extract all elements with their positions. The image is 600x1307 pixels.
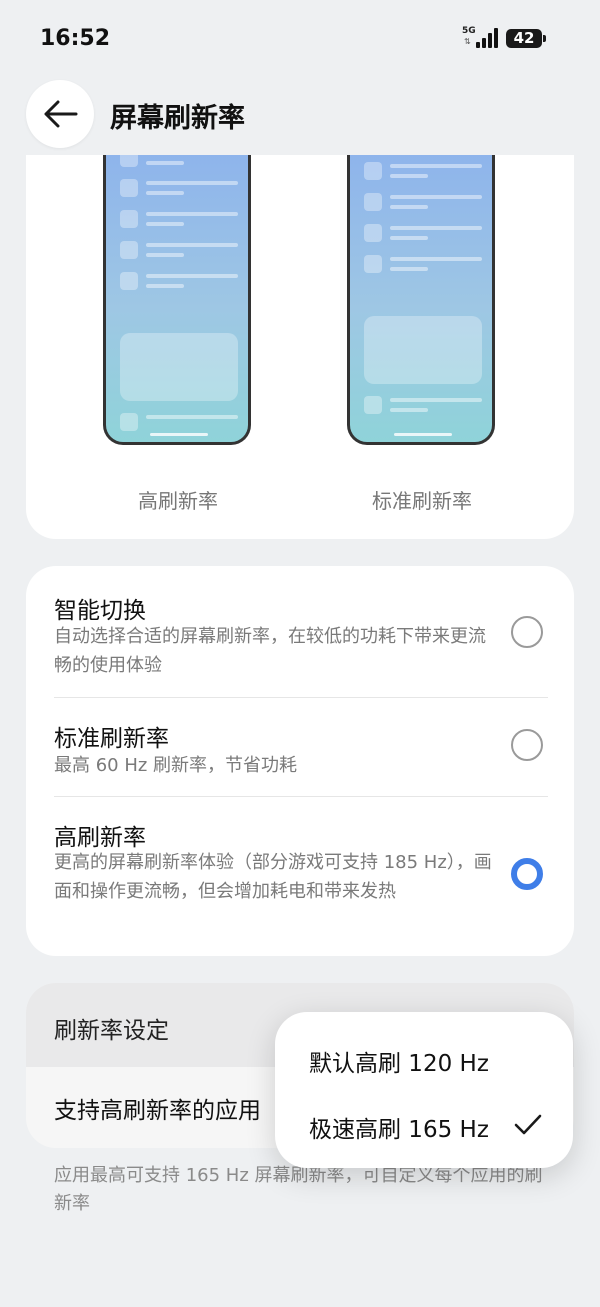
signal-strength-icon — [476, 28, 498, 48]
menu-item-label: 默认高刷 120 Hz — [309, 1051, 489, 1077]
network-type-label: 5G — [462, 26, 476, 36]
high-refresh-radio[interactable] — [511, 858, 543, 890]
refresh-rate-preview-card: 高刷新率 标准刷新率 — [26, 155, 574, 539]
back-button[interactable] — [26, 80, 94, 148]
option-title: 智能切换 — [54, 598, 146, 624]
back-arrow-icon — [44, 100, 78, 128]
standard-refresh-radio[interactable] — [511, 729, 543, 761]
standard-refresh-preview-label: 标准刷新率 — [372, 489, 472, 513]
battery-icon: 42 — [506, 29, 542, 48]
checkmark-icon — [514, 1114, 542, 1135]
status-time: 16:52 — [40, 26, 111, 51]
option-title: 高刷新率 — [54, 825, 146, 851]
high-refresh-apps-row[interactable]: 支持高刷新率的应用 — [54, 1091, 261, 1125]
high-refresh-phone-illustration — [103, 155, 251, 445]
smart-switch-radio[interactable] — [511, 616, 543, 648]
option-description: 最高 60 Hz 刷新率，节省功耗 — [54, 755, 298, 776]
refresh-mode-options: 智能切换 自动选择合适的屏幕刷新率，在较低的功耗下带来更流畅的使用体验 标准刷新… — [26, 566, 574, 956]
battery-level: 42 — [513, 29, 535, 47]
menu-item-label: 极速高刷 165 Hz — [309, 1117, 489, 1143]
menu-item-default-120hz[interactable]: 默认高刷 120 Hz — [275, 1026, 573, 1092]
option-description: 自动选择合适的屏幕刷新率，在较低的功耗下带来更流畅的使用体验 — [54, 626, 486, 676]
option-smart-switch[interactable]: 智能切换 自动选择合适的屏幕刷新率，在较低的功耗下带来更流畅的使用体验 — [26, 566, 574, 697]
data-activity-icon: ⇅ — [464, 37, 471, 46]
menu-item-extreme-165hz[interactable]: 极速高刷 165 Hz — [275, 1092, 573, 1158]
option-description: 更高的屏幕刷新率体验（部分游戏可支持 185 Hz），画面和操作更流畅，但会增加… — [54, 852, 492, 902]
refresh-setting-footnote: 应用最高可支持 165 Hz 屏幕刷新率，可自定义每个应用的刷新率 — [54, 1165, 543, 1214]
high-refresh-preview-label: 高刷新率 — [138, 489, 218, 513]
battery-tip — [543, 35, 546, 42]
option-high-refresh[interactable]: 高刷新率 更高的屏幕刷新率体验（部分游戏可支持 185 Hz），画面和操作更流畅… — [26, 796, 574, 956]
status-bar: 16:52 5G ⇅ 42 — [0, 0, 600, 78]
refresh-setting-label: 刷新率设定 — [54, 1018, 169, 1044]
page-title: 屏幕刷新率 — [110, 103, 245, 134]
option-standard-refresh[interactable]: 标准刷新率 最高 60 Hz 刷新率，节省功耗 — [26, 697, 574, 796]
refresh-rate-popup-menu: 默认高刷 120 Hz 极速高刷 165 Hz — [275, 1012, 573, 1168]
standard-refresh-phone-illustration — [347, 155, 495, 445]
option-title: 标准刷新率 — [54, 726, 169, 752]
